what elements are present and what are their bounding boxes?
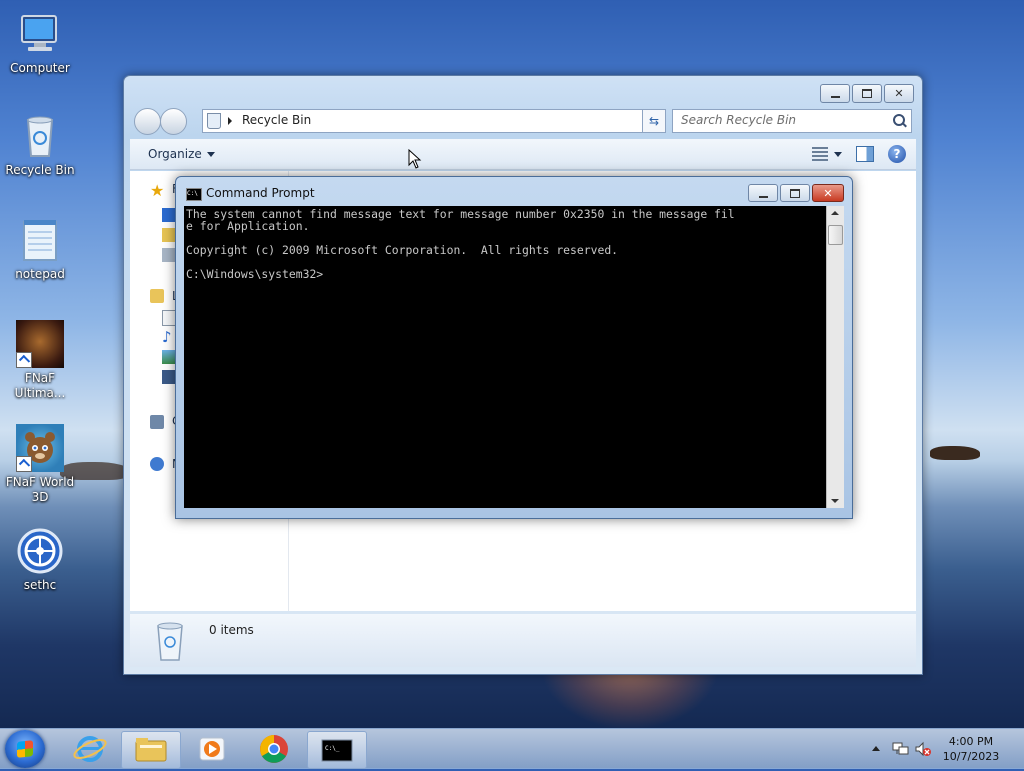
taskbar-command-prompt[interactable]: C:\_ — [307, 731, 367, 769]
minimize-button[interactable] — [748, 184, 778, 202]
desktop-icon-fnaf-world-3d[interactable]: FNaF World 3D — [0, 424, 80, 505]
close-button[interactable]: ✕ — [812, 184, 844, 202]
taskbar: C:\_ 4:00 PM 10/7/2023 — [0, 728, 1024, 769]
console-output[interactable]: The system cannot find message text for … — [184, 206, 826, 508]
desktop-icon-sethc[interactable]: sethc — [0, 527, 80, 593]
internet-explorer-icon — [73, 736, 107, 762]
taskbar-media-player[interactable] — [183, 731, 241, 767]
search-input[interactable]: Search Recycle Bin — [672, 109, 912, 133]
downloads-folder-icon[interactable] — [162, 228, 176, 242]
clock-time: 4:00 PM — [948, 735, 994, 748]
organize-label: Organize — [148, 147, 202, 161]
scroll-down-icon[interactable] — [831, 499, 839, 503]
back-button[interactable] — [134, 108, 161, 135]
toolbar-right-icons: ? — [812, 145, 906, 163]
details-pane: 0 items — [130, 614, 916, 667]
start-button[interactable] — [5, 730, 45, 768]
media-player-icon — [199, 737, 225, 761]
network-icon[interactable] — [150, 457, 164, 471]
preview-pane-icon[interactable] — [856, 146, 874, 162]
computer-icon[interactable] — [150, 415, 164, 429]
shortcut-arrow-icon — [16, 456, 32, 472]
close-button[interactable]: ✕ — [884, 84, 914, 103]
chevron-right-icon — [228, 117, 232, 125]
libraries-icon[interactable] — [150, 289, 164, 303]
chevron-down-icon — [206, 152, 215, 157]
taskbar-chrome[interactable] — [245, 731, 303, 767]
desktop-icon-label: Recycle Bin — [5, 163, 75, 177]
cmd-icon: C:\ — [186, 188, 202, 201]
desktop-icon-recycle-bin[interactable]: Recycle Bin — [0, 112, 80, 178]
desktop-icon-notepad[interactable]: notepad — [0, 216, 80, 282]
forward-button[interactable] — [160, 108, 187, 135]
minimize-button[interactable] — [820, 84, 850, 103]
shortcut-arrow-icon — [16, 352, 32, 368]
vertical-scrollbar[interactable] — [826, 206, 844, 508]
explorer-caption-buttons: ✕ — [820, 84, 914, 103]
windows-logo-icon — [17, 740, 33, 758]
views-dropdown-icon[interactable] — [834, 151, 842, 157]
music-icon[interactable]: ♪ — [162, 330, 176, 345]
favorites-star-icon[interactable]: ★ — [150, 181, 164, 200]
search-placeholder: Search Recycle Bin — [681, 113, 797, 127]
item-count: 0 items — [209, 623, 254, 637]
videos-icon[interactable] — [162, 370, 176, 384]
console-line: e for Application. — [186, 219, 310, 233]
wallpaper-rock — [930, 446, 980, 460]
cmd-icon-text: C:\ — [187, 190, 198, 197]
clock[interactable]: 4:00 PM 10/7/2023 — [936, 734, 1006, 764]
recycle-bin-icon — [16, 112, 64, 160]
organize-button[interactable]: Organize — [148, 147, 215, 161]
desktop-icon-label: FNaF World 3D — [5, 475, 75, 504]
cmd-icon: C:\_ — [321, 739, 353, 762]
cmd-caption-buttons: ✕ — [748, 184, 844, 202]
recycle-bin-icon — [154, 620, 186, 662]
clock-date: 10/7/2023 — [942, 750, 1000, 763]
taskbar-internet-explorer[interactable] — [61, 731, 119, 767]
navigation-bar: Recycle Bin ⇆ Search Recycle Bin — [132, 107, 914, 135]
network-icon[interactable] — [892, 741, 910, 757]
recycle-bin-icon — [207, 113, 221, 129]
scroll-thumb[interactable] — [828, 225, 843, 245]
notepad-icon — [16, 216, 64, 264]
maximize-button[interactable] — [780, 184, 810, 202]
address-bar[interactable]: Recycle Bin — [202, 109, 666, 133]
maximize-button[interactable] — [852, 84, 882, 103]
window-title: Command Prompt — [206, 186, 315, 200]
volume-muted-icon[interactable] — [914, 741, 932, 757]
desktop-icon-fnaf-ultimate[interactable]: FNaF Ultima... — [0, 320, 80, 401]
svg-text:C:\_: C:\_ — [325, 745, 340, 752]
console-prompt: C:\Windows\system32> — [186, 267, 324, 281]
command-toolbar: Organize ? — [130, 139, 916, 170]
accessibility-icon — [16, 527, 64, 575]
address-text: Recycle Bin — [242, 113, 312, 127]
desktop-folder-icon[interactable] — [162, 208, 176, 222]
console-line: Copyright (c) 2009 Microsoft Corporation… — [186, 243, 619, 257]
refresh-button[interactable]: ⇆ — [642, 109, 666, 133]
desktop-icon-label: FNaF Ultima... — [14, 371, 66, 400]
fnaf-world-icon — [16, 424, 64, 472]
desktop-icon-label: sethc — [23, 578, 57, 592]
scroll-up-icon[interactable] — [831, 211, 839, 215]
desktop-icon-label: Computer — [10, 61, 70, 75]
fnaf-ultimate-icon — [16, 320, 64, 368]
command-prompt-window[interactable]: C:\ Command Prompt ✕ The system cannot f… — [175, 176, 853, 519]
taskbar-windows-explorer[interactable] — [121, 731, 181, 769]
chrome-icon — [260, 735, 288, 763]
search-icon[interactable] — [893, 114, 905, 126]
show-hidden-icons-arrow[interactable] — [872, 746, 880, 751]
views-icon[interactable] — [812, 147, 828, 161]
desktop-icon-computer[interactable]: Computer — [0, 10, 80, 76]
desktop-icon-label: notepad — [15, 267, 65, 281]
computer-icon — [16, 10, 64, 58]
help-icon[interactable]: ? — [888, 145, 906, 163]
pictures-icon[interactable] — [162, 350, 176, 364]
recent-places-icon[interactable] — [162, 248, 176, 262]
mouse-cursor-icon — [408, 149, 422, 169]
folder-icon — [135, 738, 167, 762]
